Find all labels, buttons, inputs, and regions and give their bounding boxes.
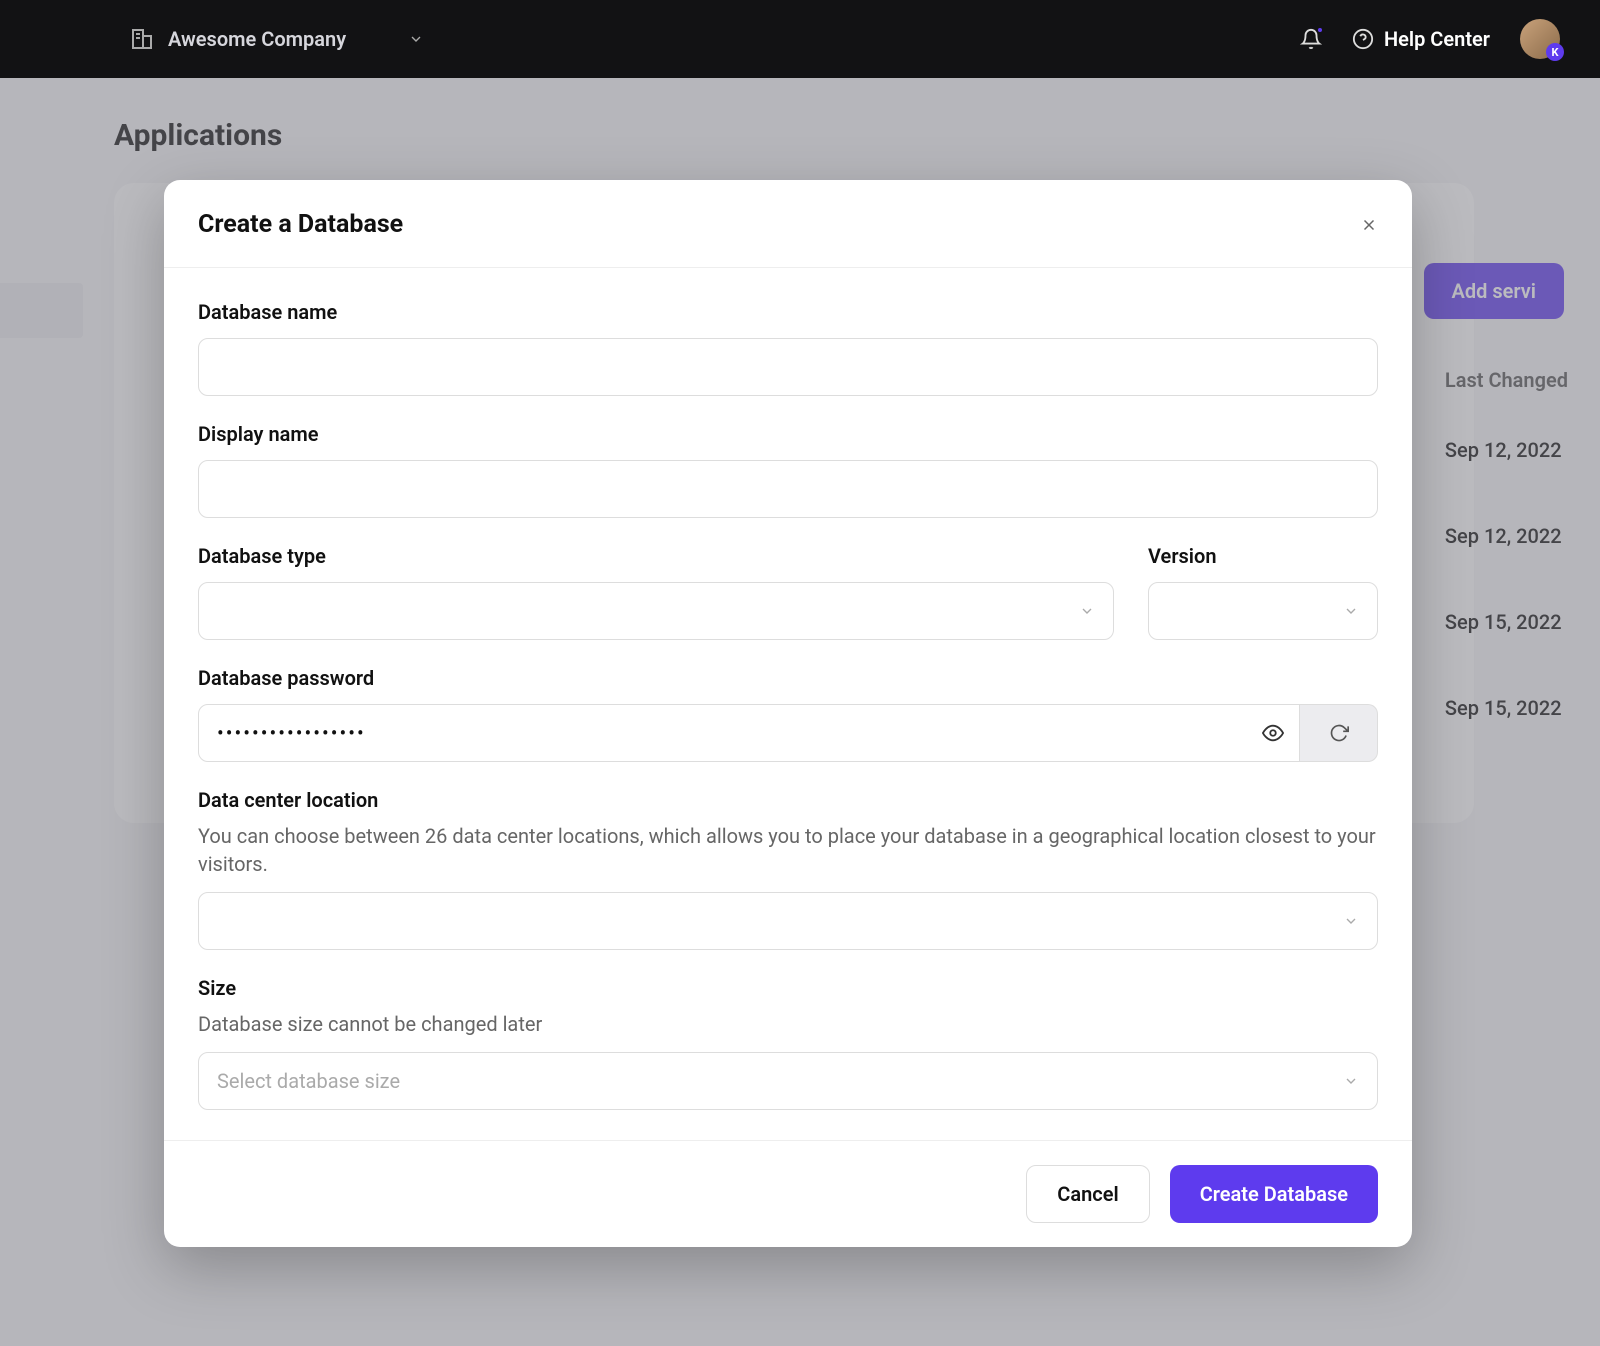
close-button[interactable]	[1360, 216, 1378, 234]
company-switcher[interactable]: Awesome Company	[130, 27, 424, 51]
modal-title: Create a Database	[198, 210, 403, 239]
avatar[interactable]: K	[1520, 19, 1560, 59]
create-database-modal: Create a Database Database name Display …	[164, 180, 1412, 1247]
help-icon	[1352, 28, 1374, 50]
chevron-down-icon	[1343, 913, 1359, 929]
size-label: Size	[198, 976, 1378, 1000]
password-label: Database password	[198, 666, 1378, 690]
password-input[interactable]: •••••••••••••••••	[198, 704, 1300, 762]
help-center-link[interactable]: Help Center	[1352, 27, 1490, 51]
building-icon	[130, 27, 154, 51]
toggle-password-visibility[interactable]	[1262, 722, 1284, 744]
password-value: •••••••••••••••••	[217, 721, 366, 745]
location-hint: You can choose between 26 data center lo…	[198, 822, 1378, 878]
display-name-label: Display name	[198, 422, 1378, 446]
eye-icon	[1262, 722, 1284, 744]
refresh-icon	[1329, 723, 1349, 743]
close-icon	[1360, 216, 1378, 234]
location-select[interactable]	[198, 892, 1378, 950]
version-label: Version	[1148, 544, 1378, 568]
chevron-down-icon	[1343, 1073, 1359, 1089]
database-name-label: Database name	[198, 300, 1378, 324]
chevron-down-icon	[1343, 603, 1359, 619]
display-name-input[interactable]	[198, 460, 1378, 518]
database-type-select[interactable]	[198, 582, 1114, 640]
help-center-label: Help Center	[1384, 27, 1490, 51]
size-placeholder: Select database size	[217, 1069, 400, 1093]
size-hint: Database size cannot be changed later	[198, 1010, 1378, 1038]
chevron-down-icon	[1079, 603, 1095, 619]
version-select[interactable]	[1148, 582, 1378, 640]
avatar-badge: K	[1546, 43, 1564, 61]
cancel-button[interactable]: Cancel	[1026, 1165, 1149, 1223]
size-select[interactable]: Select database size	[198, 1052, 1378, 1110]
location-label: Data center location	[198, 788, 1378, 812]
database-name-input[interactable]	[198, 338, 1378, 396]
notification-dot	[1316, 26, 1324, 34]
regenerate-password-button[interactable]	[1300, 704, 1378, 762]
create-database-button[interactable]: Create Database	[1170, 1165, 1378, 1223]
company-name: Awesome Company	[168, 27, 346, 51]
app-header: Awesome Company Help Center K	[0, 0, 1600, 78]
database-type-label: Database type	[198, 544, 1114, 568]
chevron-down-icon	[408, 31, 424, 47]
notifications-button[interactable]	[1300, 28, 1322, 50]
